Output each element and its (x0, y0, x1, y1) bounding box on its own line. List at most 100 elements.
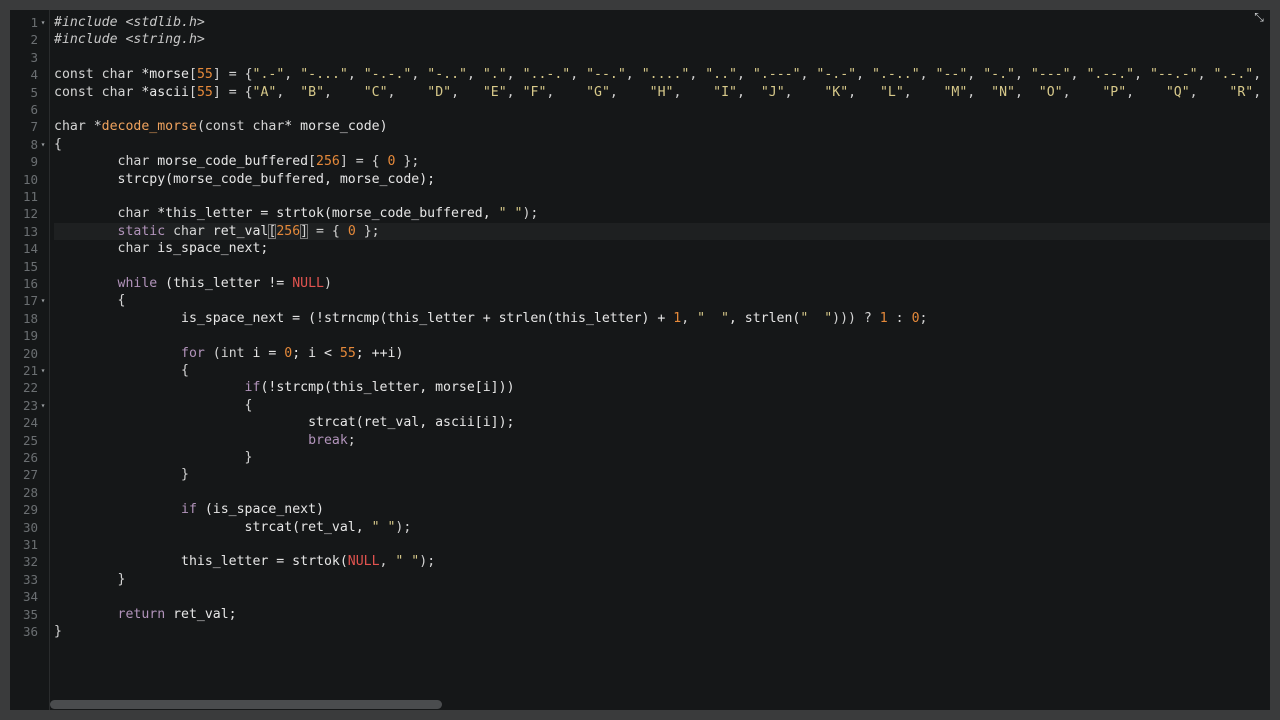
code-line[interactable] (54, 49, 1270, 66)
code-line[interactable]: } (54, 623, 1270, 640)
code-line[interactable]: for (int i = 0; i < 55; ++i) (54, 345, 1270, 362)
code-token: 55 (196, 67, 213, 83)
code-line[interactable] (54, 101, 1270, 118)
code-line[interactable]: strcat(ret_val, ascii[i]); (54, 414, 1270, 431)
code-token: is_space_next; (157, 241, 269, 257)
code-area[interactable]: #include <stdlib.h> #include <string.h> co… (50, 10, 1270, 710)
code-token: , (800, 67, 817, 83)
fold-toggle-icon[interactable]: ▾ (39, 136, 47, 153)
line-number: 8 (30, 136, 38, 152)
code-line[interactable]: if (is_space_next) (54, 501, 1270, 518)
line-number: 36 (22, 624, 38, 639)
code-line[interactable]: #include <string.h> (54, 31, 1270, 48)
code-line[interactable] (54, 536, 1270, 553)
code-token: ) (323, 276, 332, 291)
code-line[interactable]: char *this_letter = strtok(morse_code_bu… (54, 205, 1270, 222)
code-token: * (93, 119, 102, 135)
code-token: , (1062, 84, 1103, 100)
fold-toggle-icon[interactable]: ▾ (39, 397, 47, 414)
code-line[interactable]: break; (54, 432, 1270, 449)
code-token: "--" (935, 67, 968, 83)
code-line[interactable]: char morse_code_buffered[256] = { 0 }; (54, 153, 1270, 170)
code-line[interactable]: #include <stdlib.h> (54, 14, 1270, 31)
code-token: , (919, 67, 936, 83)
code-token: for (54, 345, 213, 361)
code-token: = { (308, 223, 348, 239)
code-token: , (1014, 84, 1039, 100)
code-line[interactable]: } (54, 449, 1270, 466)
code-token: break (54, 432, 348, 448)
line-number-gutter: 1 ▾ 2 3 4 5 6 7 8 ▾ 9 10 11 12 13 14 15 16 17 ▾ 18 19 20 21 ▾ 22 2… (10, 10, 50, 710)
line-number: 9 (30, 154, 38, 170)
code-line[interactable] (54, 588, 1270, 605)
line-number: 1 (30, 15, 38, 30)
code-token: "...." (641, 67, 690, 83)
horizontal-scrollbar-thumb[interactable] (50, 700, 442, 709)
code-token: , (387, 84, 428, 100)
code-line[interactable] (54, 188, 1270, 205)
code-token: : (887, 310, 912, 326)
code-line[interactable]: } (54, 571, 1270, 588)
code-token: [ (188, 84, 197, 100)
code-line[interactable]: if(!strcmp(this_letter, morse[i])) (54, 379, 1270, 396)
horizontal-scrollbar[interactable] (50, 698, 1270, 710)
code-line[interactable]: { (54, 292, 1270, 309)
line-number: 13 (22, 223, 38, 239)
code-token: "Q" (1165, 84, 1190, 100)
code-token: "--.-" (1149, 67, 1198, 83)
code-token: ret_val; (173, 606, 237, 622)
code-token: "I" (713, 84, 737, 100)
code-token: (this_letter != (165, 276, 293, 291)
exit-fullscreen-icon[interactable]: ⤡ (1252, 10, 1266, 24)
code-line[interactable] (54, 258, 1270, 275)
code-token: , (689, 67, 706, 83)
line-number: 17 (22, 293, 38, 309)
code-line[interactable]: { (54, 362, 1270, 379)
code-token: ".-." (1213, 67, 1254, 83)
code-token: ; (347, 432, 356, 448)
code-token: [ (188, 67, 197, 83)
code-token: ; ++i) (355, 345, 404, 361)
fold-toggle-icon[interactable]: ▾ (39, 362, 47, 379)
code-line[interactable]: { (54, 136, 1270, 153)
code-token: (!strcmp(this_letter, morse[i])) (260, 380, 515, 396)
code-line[interactable]: } (54, 466, 1270, 483)
code-token: }; (355, 223, 380, 239)
code-token: 256 (276, 223, 301, 239)
code-token: , (570, 67, 587, 83)
code-line[interactable]: { (54, 397, 1270, 414)
code-line[interactable] (54, 327, 1270, 344)
code-line[interactable]: return ret_val; (54, 606, 1270, 623)
code-token: "N" (991, 84, 1015, 100)
code-line[interactable]: strcpy(morse_code_buffered, morse_code); (54, 171, 1270, 188)
code-token: #include <string.h> (54, 32, 205, 48)
code-token: is_space_next = (!strncmp(this_letter + … (54, 310, 674, 326)
code-line[interactable]: const char *morse[55] = {".-", "-...", "… (54, 66, 1270, 83)
code-line[interactable]: const char *ascii[55] = {"A", "B", "C", … (54, 84, 1270, 101)
code-line[interactable]: this_letter = strtok(NULL, " "); (54, 553, 1270, 570)
code-token: , (506, 67, 523, 83)
code-line[interactable]: char is_space_next; (54, 240, 1270, 257)
code-token: NULL (347, 554, 380, 570)
code-token: ] (300, 223, 309, 239)
code-line[interactable]: static char ret_val[256] = { 0 }; (54, 222, 1270, 240)
code-line[interactable]: while (this_letter != NULL) (54, 275, 1270, 292)
code-line[interactable]: char *decode_morse(const char* morse_cod… (54, 118, 1270, 135)
line-number: 27 (22, 467, 38, 483)
code-token: 55 (196, 84, 213, 100)
code-token: NULL (292, 276, 324, 291)
code-editor[interactable]: 1 ▾ 2 3 4 5 6 7 8 ▾ 9 10 11 12 13 14 15 16 17 ▾ 18 19 20 21 ▾ 22 2… (10, 10, 1270, 710)
line-number: 20 (22, 345, 38, 361)
line-number: 35 (22, 606, 38, 622)
fold-toggle-icon[interactable]: ▾ (39, 14, 47, 31)
code-line[interactable]: strcat(ret_val, " "); (54, 519, 1270, 536)
code-line[interactable]: is_space_next = (!strncmp(this_letter + … (54, 310, 1270, 327)
code-token: , (1253, 67, 1270, 83)
code-token: ".-.." (872, 67, 920, 83)
line-number: 3 (30, 49, 38, 65)
code-token: ] = { (339, 154, 388, 170)
fold-toggle-icon[interactable]: ▾ (39, 292, 47, 309)
line-number: 22 (22, 380, 38, 396)
code-token: " " (800, 310, 833, 326)
code-line[interactable] (54, 484, 1270, 501)
